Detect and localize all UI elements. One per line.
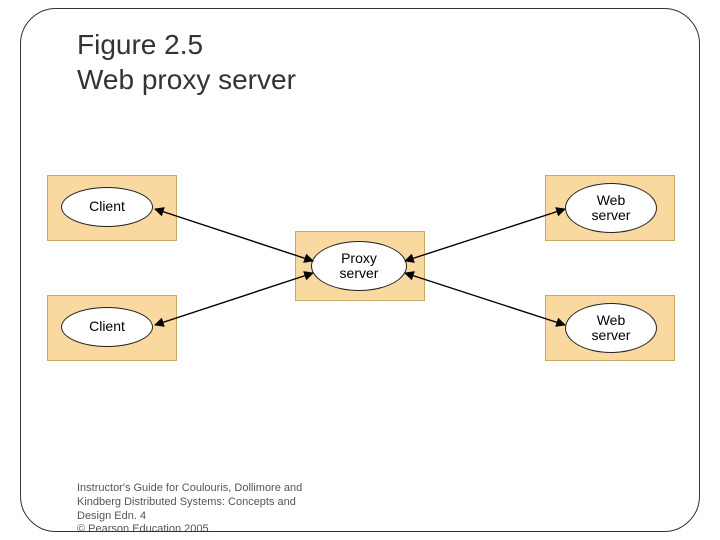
footer-line-4: © Pearson Education 2005: [77, 523, 209, 532]
edge-proxy-web2: [405, 273, 565, 325]
edge-proxy-web1: [405, 209, 565, 261]
footer-credit: Instructor's Guide for Coulouris, Dollim…: [77, 482, 397, 532]
edge-client2-proxy: [155, 273, 313, 325]
footer-line-3: Design Edn. 4: [77, 510, 146, 522]
diagram-arrows: [47, 169, 675, 399]
footer-line-1: Instructor's Guide for Coulouris, Dollim…: [77, 482, 302, 494]
edge-client1-proxy: [155, 209, 313, 261]
slide-frame: Figure 2.5 Web proxy server Client Clien…: [20, 8, 700, 532]
title-line-1: Figure 2.5: [77, 29, 203, 60]
footer-line-2: Kindberg Distributed Systems: Concepts a…: [77, 496, 296, 508]
proxy-diagram: Client Client Proxy server Web server We…: [47, 169, 675, 399]
figure-title: Figure 2.5 Web proxy server: [77, 27, 296, 97]
title-line-2: Web proxy server: [77, 64, 296, 95]
